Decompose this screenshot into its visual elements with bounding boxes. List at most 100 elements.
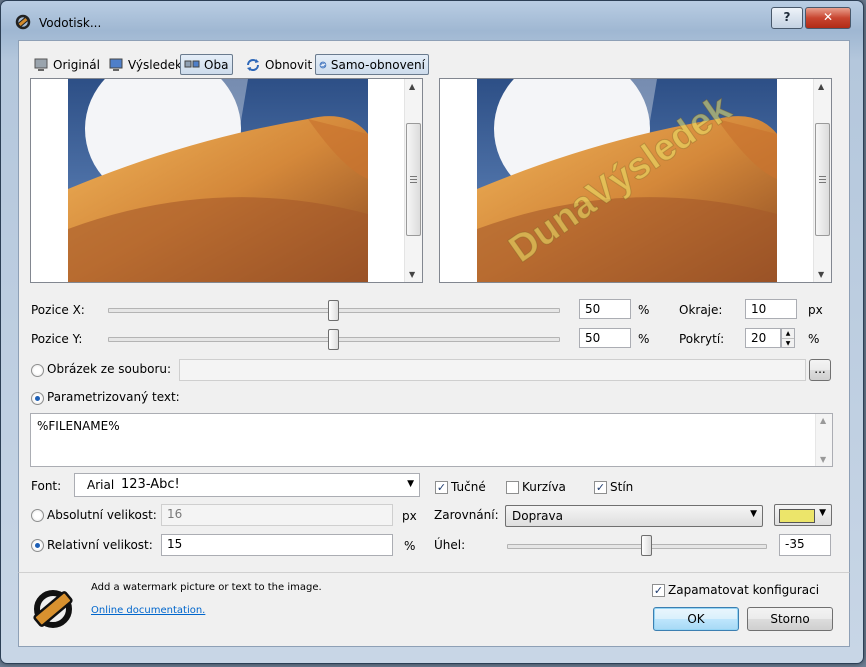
shadow-checkbox[interactable]: ✓ (594, 481, 607, 494)
image-from-file-radio[interactable] (31, 364, 44, 377)
two-monitors-icon (184, 60, 200, 67)
close-button[interactable]: ✕ (805, 7, 851, 29)
scroll-down-arrow[interactable]: ▼ (409, 270, 415, 279)
browse-button[interactable]: ... (809, 359, 831, 381)
coverage-unit: % (808, 332, 820, 346)
font-sample: 123-Abc! (121, 477, 180, 492)
relative-size-radio[interactable] (31, 539, 44, 552)
font-name: Arial (87, 478, 115, 492)
dialog-window: Vodotisk... ? ✕ Originál Výsledek Oba Ob… (0, 0, 864, 664)
chevron-down-icon: ▼ (407, 479, 414, 489)
title-bar[interactable]: Vodotisk... ? ✕ (1, 1, 863, 37)
view-both-button[interactable]: Oba (180, 54, 233, 75)
watermark-logo-icon (33, 590, 73, 628)
result-preview-image: DunaVýsledek (477, 79, 777, 282)
alignment-select[interactable]: Doprava ▼ (505, 505, 763, 527)
view-original-button[interactable]: Originál (30, 54, 103, 75)
auto-refresh-icon (319, 61, 327, 68)
parametrized-text-area[interactable]: %FILENAME% ▲ ▼ (30, 413, 833, 467)
position-y-label: Pozice Y: (31, 332, 83, 346)
cancel-button[interactable]: Storno (747, 607, 833, 631)
coverage-input[interactable]: 20 (745, 328, 781, 348)
absolute-size-radio[interactable] (31, 509, 44, 522)
coverage-label: Pokrytí: (679, 332, 725, 346)
footer-description: Add a watermark picture or text to the i… (91, 582, 322, 593)
scroll-down-arrow[interactable]: ▼ (820, 455, 826, 464)
angle-track[interactable] (507, 544, 767, 549)
position-x-slider-thumb[interactable] (328, 300, 339, 321)
angle-label: Úhel: (434, 538, 466, 552)
parametrized-text-radio[interactable] (31, 392, 44, 405)
scroll-up-arrow[interactable]: ▲ (820, 416, 826, 425)
spin-down-icon[interactable]: ▼ (782, 339, 794, 348)
relative-size-unit: % (404, 539, 416, 553)
scroll-up-arrow[interactable]: ▲ (818, 82, 824, 91)
absolute-size-unit: px (402, 509, 417, 523)
position-y-input[interactable]: 50 (579, 328, 631, 348)
coverage-spinner[interactable]: ▲ ▼ (781, 328, 795, 348)
window-title: Vodotisk... (39, 16, 102, 30)
monitor-blue-icon (109, 58, 123, 71)
view-both-label: Oba (204, 57, 229, 72)
color-picker-button[interactable]: ▼ (774, 504, 832, 526)
margins-input[interactable]: 10 (745, 299, 797, 319)
scroll-thumb[interactable] (815, 123, 830, 236)
text-area-scrollbar[interactable]: ▲ ▼ (815, 414, 832, 466)
result-preview-pane[interactable]: DunaVýsledek ▲ ▼ (439, 78, 832, 283)
dialog-client-area: Originál Výsledek Oba Obnovit Samo-obnov… (18, 40, 850, 573)
remember-config-checkbox[interactable]: ✓ (652, 584, 665, 597)
shadow-label: Stín (610, 480, 634, 494)
view-result-label: Výsledek (128, 57, 182, 72)
refresh-button[interactable]: Obnovit (242, 54, 315, 75)
absolute-size-label: Absolutní velikost: (47, 508, 157, 522)
relative-size-label: Relativní velikost: (47, 538, 153, 552)
alignment-label: Zarovnání: (434, 508, 499, 522)
dialog-footer: Add a watermark picture or text to the i… (18, 572, 850, 647)
view-original-label: Originál (53, 57, 100, 72)
parametrized-text-label: Parametrizovaný text: (47, 390, 180, 404)
scroll-thumb[interactable] (406, 123, 421, 236)
bold-checkbox[interactable]: ✓ (435, 481, 448, 494)
bold-label: Tučné (451, 480, 486, 494)
font-select[interactable]: Arial 123-Abc! ▼ (74, 473, 420, 497)
image-from-file-label: Obrázek ze souboru: (47, 362, 172, 376)
italic-label: Kurzíva (522, 480, 566, 494)
scroll-down-arrow[interactable]: ▼ (818, 270, 824, 279)
refresh-label: Obnovit (265, 57, 313, 72)
font-label: Font: (31, 479, 62, 493)
original-preview-pane[interactable]: ▲ ▼ (30, 78, 423, 283)
online-documentation-link[interactable]: Online documentation. (91, 605, 205, 616)
original-preview-scrollbar[interactable]: ▲ ▼ (404, 79, 422, 282)
spin-up-icon[interactable]: ▲ (782, 329, 794, 339)
auto-refresh-label: Samo-obnovení (330, 57, 425, 72)
chevron-down-icon: ▼ (819, 508, 826, 518)
watermark-app-icon (15, 14, 31, 30)
position-y-unit: % (638, 332, 650, 346)
monitor-icon (34, 58, 48, 71)
italic-checkbox[interactable] (506, 481, 519, 494)
result-preview-scrollbar[interactable]: ▲ ▼ (813, 79, 831, 282)
position-y-slider-thumb[interactable] (328, 329, 339, 350)
margins-label: Okraje: (679, 303, 723, 317)
position-x-unit: % (638, 303, 650, 317)
relative-size-input[interactable]: 15 (161, 534, 393, 556)
image-file-path-input[interactable] (179, 359, 806, 381)
absolute-size-input[interactable]: 16 (161, 504, 393, 526)
auto-refresh-toggle[interactable]: Samo-obnovení (315, 54, 429, 75)
color-swatch (779, 509, 815, 523)
scroll-up-arrow[interactable]: ▲ (409, 82, 415, 91)
help-button[interactable]: ? (771, 7, 803, 29)
chevron-down-icon: ▼ (750, 509, 757, 519)
refresh-icon (247, 58, 259, 71)
alignment-value: Doprava (512, 509, 563, 523)
original-preview-image (68, 79, 368, 282)
view-result-button[interactable]: Výsledek (105, 54, 185, 75)
position-x-label: Pozice X: (31, 303, 85, 317)
angle-input[interactable]: -35 (779, 534, 831, 556)
ok-button[interactable]: OK (653, 607, 739, 631)
position-x-input[interactable]: 50 (579, 299, 631, 319)
angle-slider-thumb[interactable] (641, 535, 652, 556)
parametrized-text-value: %FILENAME% (37, 419, 120, 433)
margins-unit: px (808, 303, 823, 317)
remember-config-label: Zapamatovat konfiguraci (668, 583, 820, 597)
